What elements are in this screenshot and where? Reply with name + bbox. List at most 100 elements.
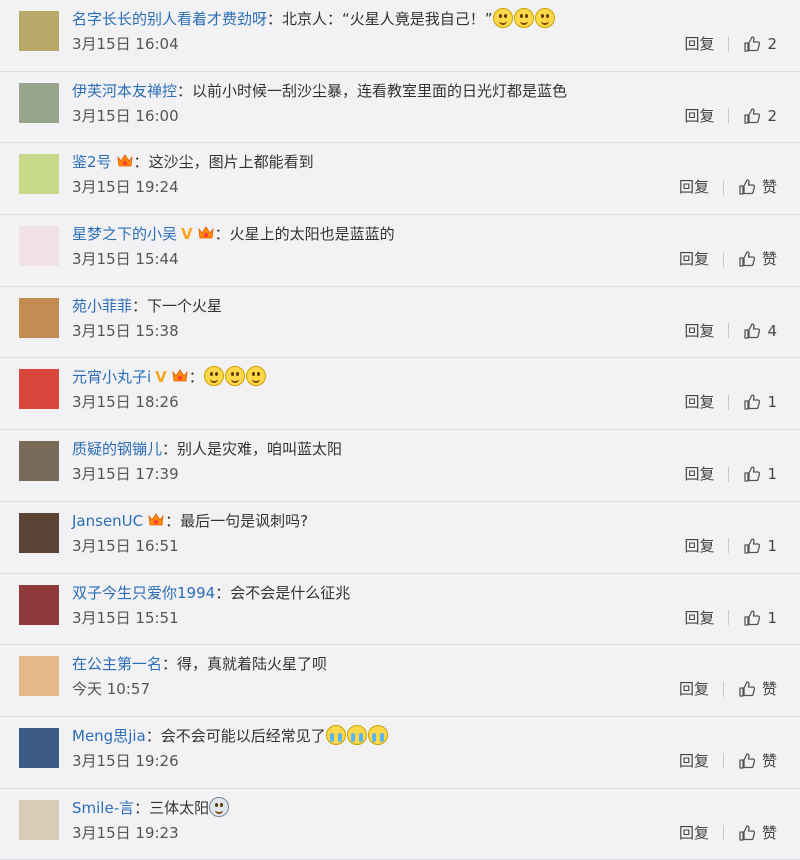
comment-item: 在公主第一名：得，真就着陆火星了呗 今天 10:57 回复 赞 xyxy=(0,645,800,717)
comment-item: 质疑的钢镚儿：别人是灾难，咱叫蓝太阳 3月15日 17:39 回复 1 xyxy=(0,430,800,502)
reply-button[interactable]: 回复 xyxy=(679,678,709,700)
username-link[interactable]: 名字长长的别人看着才费劲呀 xyxy=(72,10,267,28)
comment-actions: 回复 1 xyxy=(684,463,777,485)
avatar[interactable] xyxy=(19,656,59,697)
action-divider xyxy=(722,251,724,267)
comment-body: 双子今生只爱你1994：会不会是什么征兆 xyxy=(72,582,350,604)
comment-actions: 回复 1 xyxy=(684,607,777,629)
comment-text: 会不会是什么征兆 xyxy=(230,583,351,602)
colon-separator: ： xyxy=(162,440,178,459)
vip-crown-icon[interactable] xyxy=(116,153,134,169)
avatar[interactable] xyxy=(19,584,59,625)
avatar[interactable] xyxy=(19,799,59,840)
like-count[interactable]: 赞 xyxy=(762,248,777,270)
reply-button[interactable]: 回复 xyxy=(679,176,709,198)
thumbs-up-icon[interactable] xyxy=(743,107,761,125)
like-count[interactable]: 2 xyxy=(767,105,777,127)
reply-button[interactable]: 回复 xyxy=(684,105,714,127)
username-link[interactable]: Meng思jia xyxy=(72,727,146,745)
comment-text: 北京人：“火星人竟是我自己！” xyxy=(282,10,493,28)
comment-body: 元宵小丸子i V ： xyxy=(72,366,267,388)
username-link[interactable]: 元宵小丸子i xyxy=(72,368,151,386)
like-count[interactable]: 2 xyxy=(767,33,777,55)
username-link[interactable]: 星梦之下的小吴 xyxy=(72,225,177,243)
thumbs-up-icon[interactable] xyxy=(738,752,756,770)
like-count[interactable]: 1 xyxy=(767,463,777,485)
avatar[interactable] xyxy=(19,297,59,338)
avatar[interactable] xyxy=(19,11,59,51)
avatar[interactable] xyxy=(19,727,59,768)
comment-item: 星梦之下的小吴 V ：火星上的太阳也是蓝蓝的 3月15日 15:44 回复 赞 xyxy=(0,215,800,287)
comment-actions: 回复 4 xyxy=(684,320,777,342)
like-count[interactable]: 4 xyxy=(767,320,777,342)
comment-text: 下一个火星 xyxy=(147,296,223,315)
thumbs-up-icon[interactable] xyxy=(738,250,756,268)
verified-v-icon[interactable]: V xyxy=(181,223,193,245)
vip-crown-icon[interactable] xyxy=(197,225,215,241)
avatar[interactable] xyxy=(19,82,59,123)
comment-timestamp: 3月15日 17:39 xyxy=(72,465,179,484)
username-link[interactable]: Smile-言 xyxy=(72,799,134,817)
thumbs-up-icon[interactable] xyxy=(743,35,761,53)
reply-button[interactable]: 回复 xyxy=(684,463,714,485)
comment-body: 在公主第一名：得，真就着陆火星了呗 xyxy=(72,653,327,675)
reply-button[interactable]: 回复 xyxy=(679,822,709,844)
thumbs-up-icon[interactable] xyxy=(738,178,756,196)
reply-button[interactable]: 回复 xyxy=(684,33,714,55)
comment-timestamp: 3月15日 15:51 xyxy=(72,608,179,627)
avatar[interactable] xyxy=(19,154,59,195)
thumbs-up-icon[interactable] xyxy=(743,393,761,411)
comment-text: 这沙尘，图片上都能看到 xyxy=(148,153,314,172)
comment-text: 以前小时候一刮沙尘暴，连看教室里面的日光灯都是蓝色 xyxy=(192,81,568,100)
reply-button[interactable]: 回复 xyxy=(679,750,709,772)
comment-timestamp: 3月15日 16:00 xyxy=(72,106,179,125)
thumbs-up-icon[interactable] xyxy=(743,465,761,483)
reply-button[interactable]: 回复 xyxy=(684,607,714,629)
colon-separator: ： xyxy=(145,726,161,745)
username-link[interactable]: 双子今生只爱你1994 xyxy=(72,584,215,602)
avatar[interactable] xyxy=(19,441,59,482)
smile-emoji-icon xyxy=(224,366,245,387)
action-divider xyxy=(722,825,724,841)
reply-button[interactable]: 回复 xyxy=(684,320,714,342)
colon-separator: ： xyxy=(214,225,230,244)
like-count[interactable]: 1 xyxy=(767,607,777,629)
comment-body: JansenUC ：最后一句是讽刺吗? xyxy=(72,510,308,532)
comment-actions: 回复 赞 xyxy=(679,750,777,772)
username-link[interactable]: 在公主第一名 xyxy=(72,655,162,673)
like-count[interactable]: 赞 xyxy=(762,176,777,198)
thumbs-up-icon[interactable] xyxy=(738,680,756,698)
vip-crown-icon[interactable] xyxy=(147,512,165,528)
thumbs-up-icon[interactable] xyxy=(743,609,761,627)
thumbs-up-icon[interactable] xyxy=(738,824,756,842)
comment-timestamp: 3月15日 18:26 xyxy=(72,393,179,412)
username-link[interactable]: 鉴2号 xyxy=(72,153,112,171)
verified-v-icon[interactable]: V xyxy=(155,366,167,388)
thumbs-up-icon[interactable] xyxy=(743,537,761,555)
comment-item: 苑小菲菲：下一个火星 3月15日 15:38 回复 4 xyxy=(0,287,800,359)
username-link[interactable]: 伊芙河本友禅控 xyxy=(72,82,177,100)
colon-separator: ： xyxy=(132,296,148,315)
reply-button[interactable]: 回复 xyxy=(684,391,714,413)
avatar[interactable] xyxy=(19,512,59,553)
avatar[interactable] xyxy=(19,226,59,267)
like-count[interactable]: 1 xyxy=(767,391,777,413)
action-divider xyxy=(728,610,730,625)
thumbs-up-icon[interactable] xyxy=(743,322,761,340)
username-link[interactable]: 苑小菲菲 xyxy=(72,297,132,315)
vip-crown-icon[interactable] xyxy=(171,368,189,384)
reply-button[interactable]: 回复 xyxy=(684,535,714,557)
like-count[interactable]: 赞 xyxy=(762,750,777,772)
comment-item: 元宵小丸子i V ： 3月15日 18:26 回复 1 xyxy=(0,358,800,431)
comment-timestamp: 3月15日 19:23 xyxy=(72,823,179,842)
avatar[interactable] xyxy=(19,369,59,410)
like-count[interactable]: 赞 xyxy=(762,678,777,700)
like-count[interactable]: 1 xyxy=(767,535,777,557)
username-link[interactable]: JansenUC xyxy=(72,512,143,530)
like-count[interactable]: 赞 xyxy=(762,822,777,844)
reply-button[interactable]: 回复 xyxy=(679,248,709,270)
smile-emoji-icon xyxy=(492,8,513,28)
smile-emoji-icon xyxy=(534,8,555,28)
cry-emoji-icon xyxy=(325,724,346,745)
username-link[interactable]: 质疑的钢镚儿 xyxy=(72,440,162,458)
